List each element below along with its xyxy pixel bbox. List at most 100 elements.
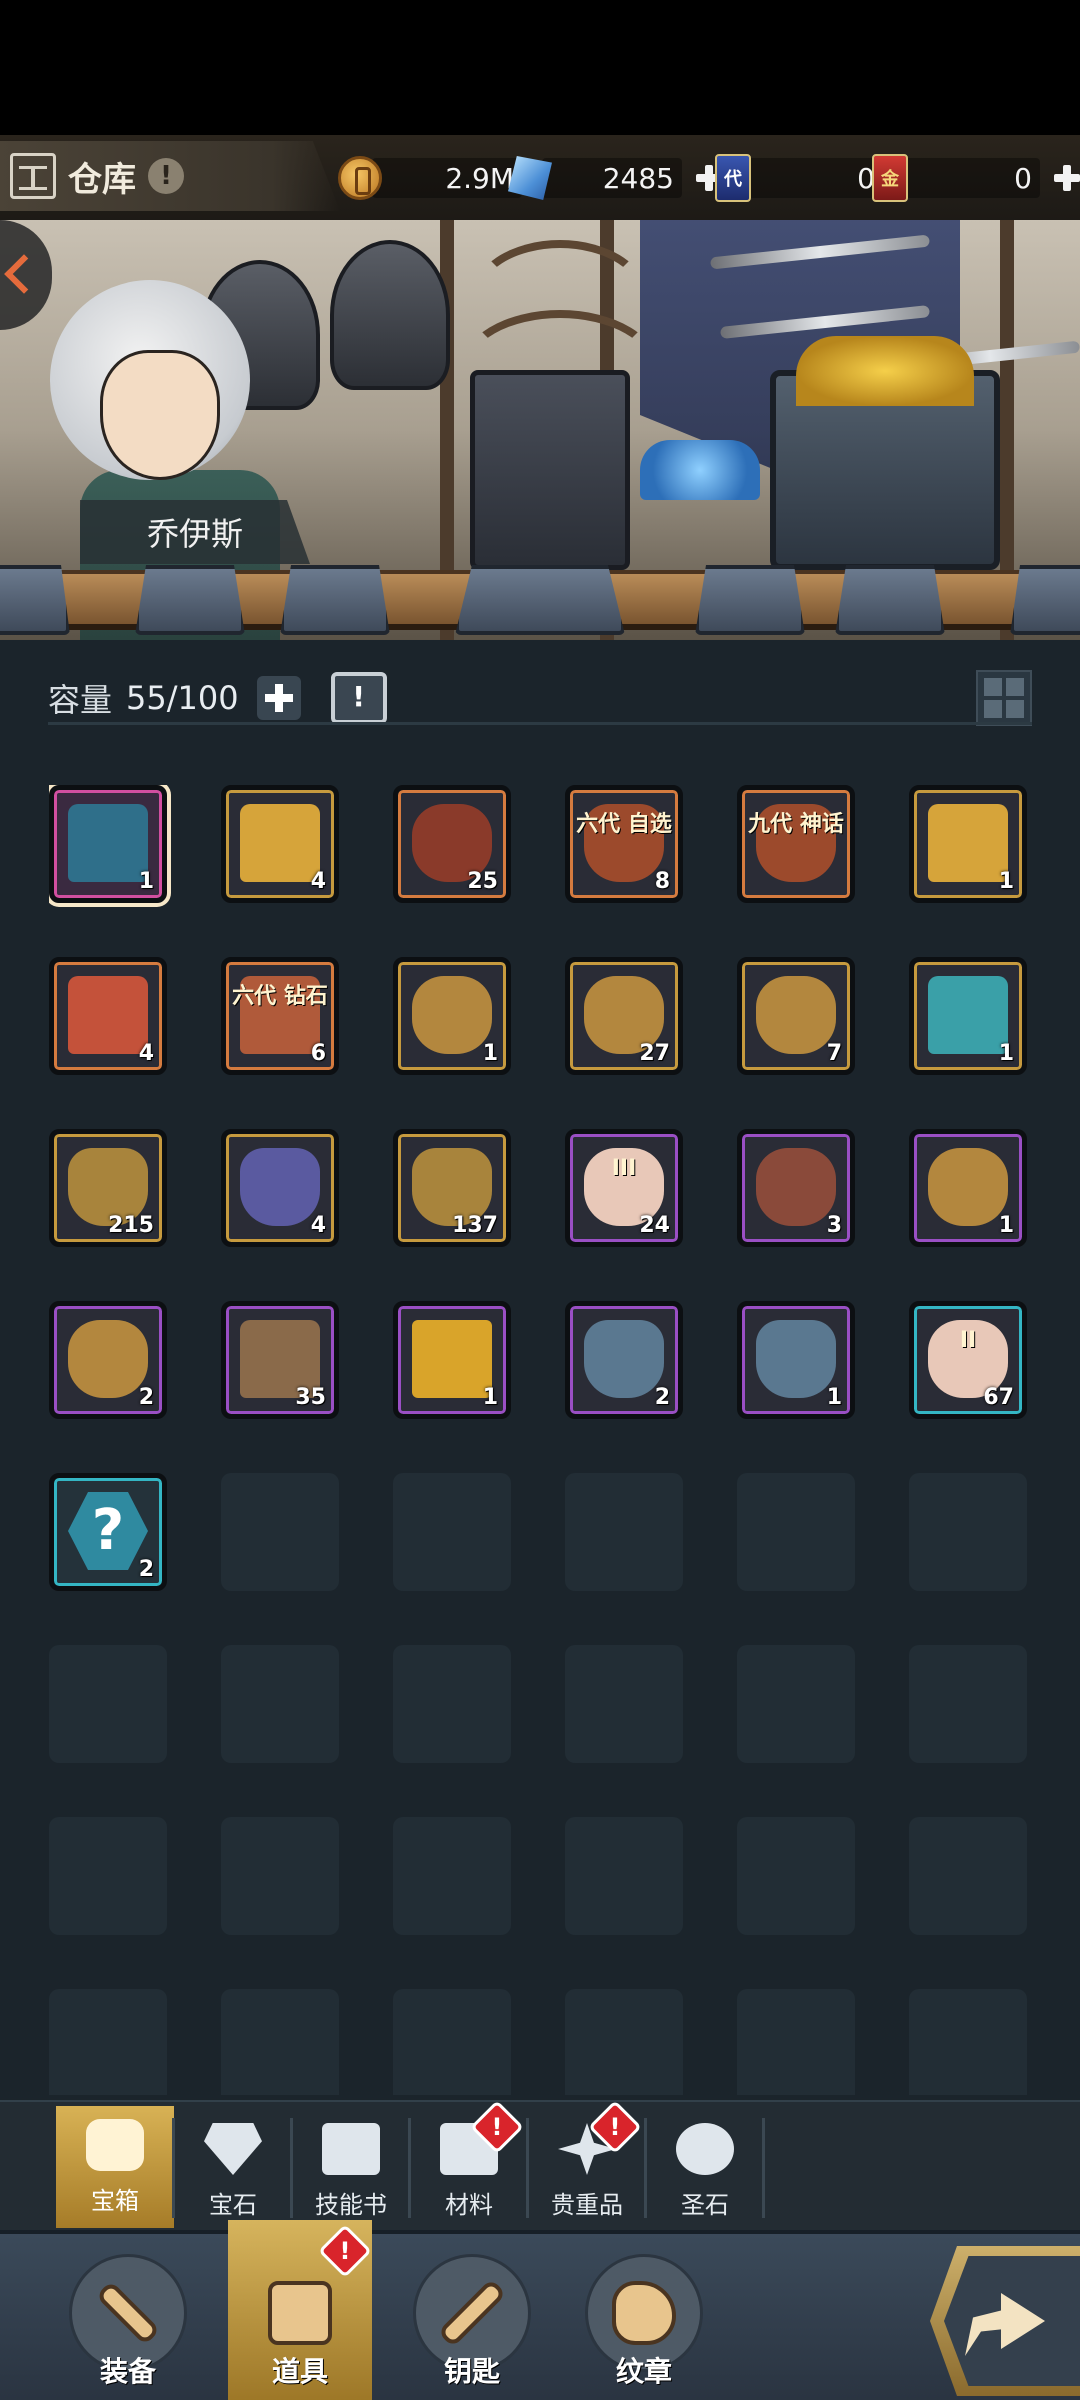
- item-label: III: [611, 1156, 637, 1181]
- category-tabs: 宝箱 宝石 技能书 材料! 贵重品! 圣石: [0, 2100, 1080, 2230]
- empty-slot: [737, 1989, 855, 2095]
- capacity-value: 55/100: [126, 679, 239, 717]
- chest-item-icon: [68, 976, 148, 1054]
- expand-capacity-button[interactable]: [256, 676, 301, 720]
- tab-separator: [290, 2118, 293, 2218]
- item-count: 4: [310, 869, 326, 894]
- empty-slot: [393, 1645, 511, 1763]
- item-grid: 1 4 25 六代 自选 8 九代 神话 1 4 六代 钻石 6 1 27 7 1 215 4 137 III 24…: [49, 785, 1033, 2095]
- category-tab[interactable]: 技能书: [292, 2102, 410, 2232]
- gem-pile-decoration: [640, 440, 760, 500]
- empty-slot: [909, 1473, 1027, 1591]
- warehouse-scene: 乔伊斯: [0, 220, 1080, 640]
- arrow-icon: [965, 2293, 1045, 2356]
- item-count: 1: [482, 1041, 498, 1066]
- chest-item-icon: [240, 804, 320, 882]
- inventory-item[interactable]: 1: [49, 785, 167, 903]
- item-count: 4: [138, 1041, 154, 1066]
- chest-item-icon: [928, 804, 1008, 882]
- inventory-item[interactable]: 4: [49, 957, 167, 1075]
- inventory-item[interactable]: 1: [909, 785, 1027, 903]
- item-count: 67: [983, 1385, 1014, 1410]
- holy-stone-icon: [676, 2123, 734, 2175]
- item-count: 137: [452, 1213, 498, 1238]
- coin-resource: 2.9M: [338, 153, 522, 203]
- hero-name-plate: 乔伊斯: [80, 500, 310, 564]
- nav-tab[interactable]: 纹章: [574, 2234, 714, 2400]
- vase-item-icon: [584, 1320, 664, 1398]
- book-icon: [322, 2123, 380, 2175]
- empty-slot: [909, 1645, 1027, 1763]
- empty-slot: [565, 1989, 683, 2095]
- item-count: 1: [826, 1385, 842, 1410]
- nav-tab[interactable]: 钥匙: [402, 2234, 542, 2400]
- inventory-item[interactable]: 27: [565, 957, 683, 1075]
- inventory-item[interactable]: II 67: [909, 1301, 1027, 1419]
- coin-value: 2.9M: [372, 158, 522, 198]
- inventory-item[interactable]: III 24: [565, 1129, 683, 1247]
- empty-slot: [565, 1817, 683, 1935]
- diamond-icon: [204, 2123, 262, 2175]
- inventory-item[interactable]: 4: [221, 785, 339, 903]
- empty-slot: [49, 1989, 167, 2095]
- inventory-item[interactable]: 7: [737, 957, 855, 1075]
- empty-slot: [393, 1473, 511, 1591]
- gold-card-add-button[interactable]: [1050, 161, 1080, 195]
- inventory-item[interactable]: 六代 钻石 6: [221, 957, 339, 1075]
- card-icon: 代: [715, 154, 751, 202]
- vase-item-icon: [240, 1148, 320, 1226]
- bag-item-icon: [928, 1148, 1008, 1226]
- inventory-item[interactable]: 25: [393, 785, 511, 903]
- nav-label: 道具: [271, 2355, 328, 2388]
- inventory-item[interactable]: 35: [221, 1301, 339, 1419]
- inventory-item[interactable]: 九代 神话: [737, 785, 855, 903]
- nav-label: 钥匙: [443, 2355, 500, 2388]
- inventory-panel: 容量 55/100 1425六代 自选8九代 神话14六代 钻石61277121…: [0, 640, 1080, 2100]
- gold-card-value: 0: [900, 158, 1040, 198]
- inventory-item[interactable]: 1: [909, 1129, 1027, 1247]
- inventory-item[interactable]: 215: [49, 1129, 167, 1247]
- inventory-item[interactable]: 1: [393, 1301, 511, 1419]
- category-tab[interactable]: 材料!: [410, 2100, 528, 2232]
- inventory-item[interactable]: 4: [221, 1129, 339, 1247]
- go-button[interactable]: [930, 2246, 1080, 2396]
- item-count: 3: [826, 1213, 842, 1238]
- inventory-item[interactable]: 2: [49, 1301, 167, 1419]
- category-tab[interactable]: 宝石: [174, 2102, 292, 2232]
- item-count: 1: [482, 1385, 498, 1410]
- item-count: 215: [108, 1213, 154, 1238]
- empty-slot: [393, 1989, 511, 2095]
- item-count: 2: [138, 1385, 154, 1410]
- inventory-item[interactable]: 1: [909, 957, 1027, 1075]
- inventory-item[interactable]: 137: [393, 1129, 511, 1247]
- bag-item-icon: [68, 1320, 148, 1398]
- empty-slot: [909, 1989, 1027, 2095]
- category-tab[interactable]: 圣石: [646, 2102, 764, 2232]
- gold-card-resource: 金 0: [872, 153, 1080, 203]
- empty-slot: [565, 1645, 683, 1763]
- tab-separator: [172, 2118, 175, 2218]
- tab-separator: [408, 2118, 411, 2218]
- bottom-nav: 装备 道具! 钥匙 纹章: [0, 2220, 1080, 2400]
- inventory-item[interactable]: 2: [565, 1301, 683, 1419]
- card-item-icon: [412, 1320, 492, 1398]
- nav-tab[interactable]: 道具!: [228, 2220, 372, 2400]
- item-count: 1: [998, 1041, 1014, 1066]
- inventory-item[interactable]: 1: [737, 1301, 855, 1419]
- inventory-item[interactable]: 3: [737, 1129, 855, 1247]
- item-count: 35: [295, 1385, 326, 1410]
- grid-view-toggle[interactable]: [976, 670, 1032, 726]
- category-tab[interactable]: 宝箱: [56, 2106, 174, 2228]
- chest-item-icon: [928, 976, 1008, 1054]
- inventory-item[interactable]: 1: [393, 957, 511, 1075]
- empty-slot: [737, 1645, 855, 1763]
- inventory-item[interactable]: ? 2: [49, 1473, 167, 1591]
- bag-item-icon: [756, 1148, 836, 1226]
- calendar-icon[interactable]: [330, 672, 387, 724]
- inventory-item[interactable]: 六代 自选 8: [565, 785, 683, 903]
- info-button[interactable]: !: [148, 158, 184, 194]
- category-tab[interactable]: 贵重品!: [528, 2100, 646, 2232]
- empty-slot: [221, 1645, 339, 1763]
- empty-slot: [737, 1817, 855, 1935]
- nav-tab[interactable]: 装备: [58, 2234, 198, 2400]
